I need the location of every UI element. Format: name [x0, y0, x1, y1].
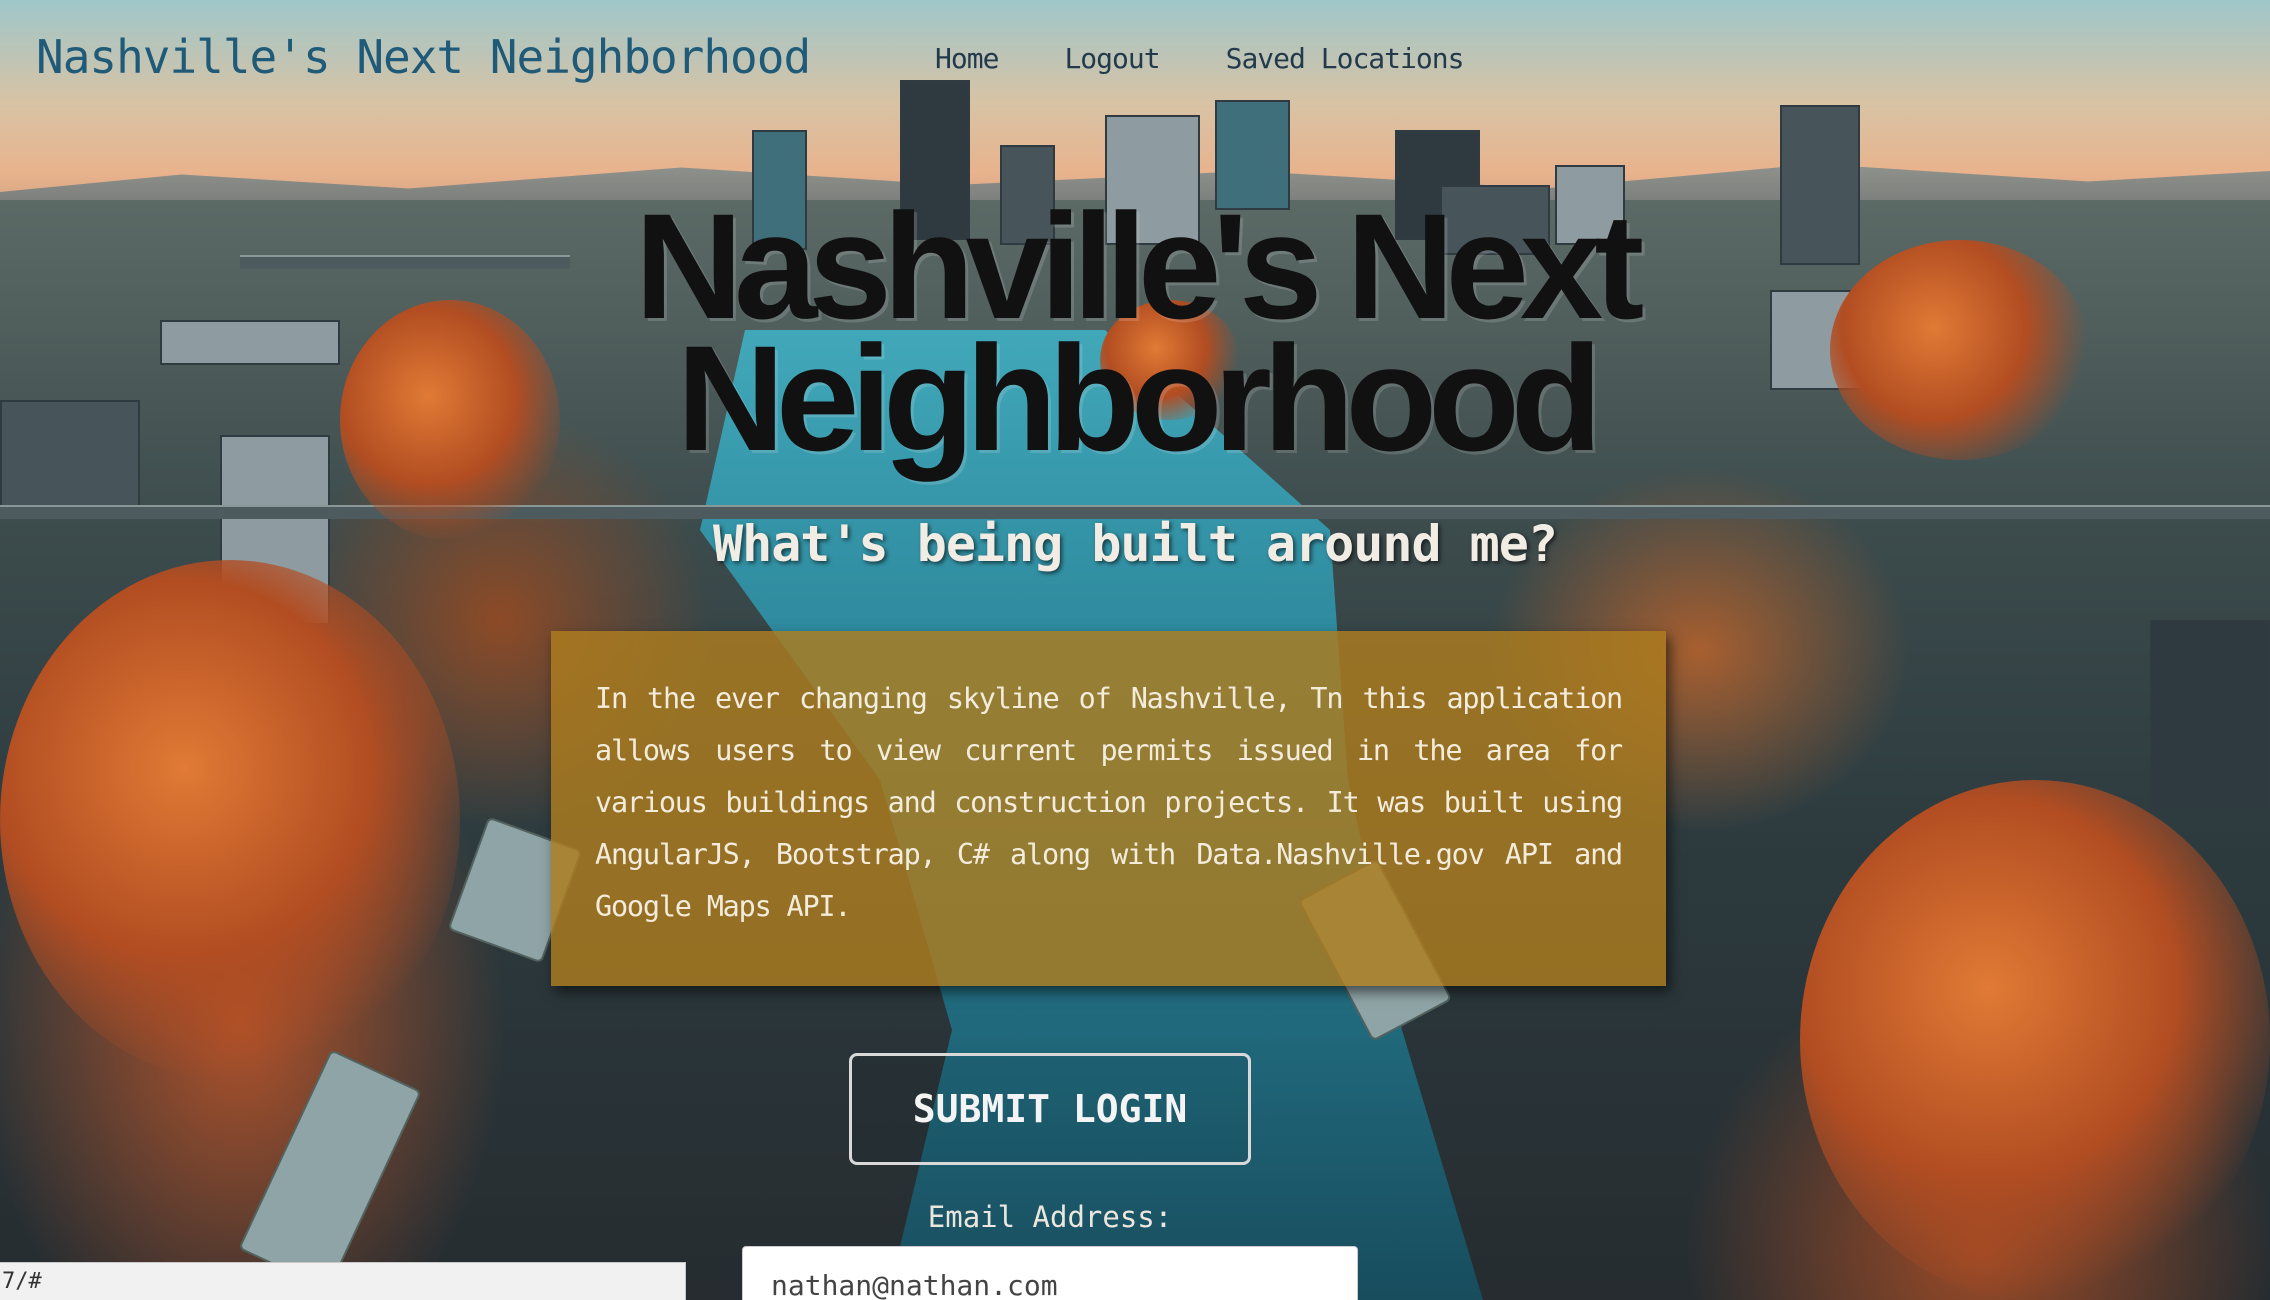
about-panel: In the ever changing skyline of Nashvill… [551, 631, 1666, 986]
nav-links: Home Logout Saved Locations [935, 42, 1465, 75]
brand-link[interactable]: Nashville's Next Neighborhood [36, 30, 811, 84]
building [2150, 620, 2270, 810]
trees [0, 560, 460, 1080]
email-label: Email Address: [927, 1200, 1173, 1234]
status-bar-url: 7/# [0, 1262, 686, 1300]
nav-link-home[interactable]: Home [935, 42, 999, 75]
email-field[interactable]: nathan@nathan.com [742, 1246, 1358, 1300]
nav-link-saved-locations[interactable]: Saved Locations [1226, 42, 1465, 75]
navbar: Nashville's Next Neighborhood Home Logou… [0, 0, 2270, 120]
hero-subtitle: What's being built around me? [713, 515, 1558, 573]
nav-link-logout[interactable]: Logout [1064, 42, 1160, 75]
about-description: In the ever changing skyline of Nashvill… [595, 682, 1623, 923]
hero-title: Nashville's Next Neighborhood [0, 191, 2270, 473]
submit-login-button[interactable]: SUBMIT LOGIN [849, 1053, 1251, 1165]
hero-title-line2: Neighborhood [676, 314, 1603, 482]
